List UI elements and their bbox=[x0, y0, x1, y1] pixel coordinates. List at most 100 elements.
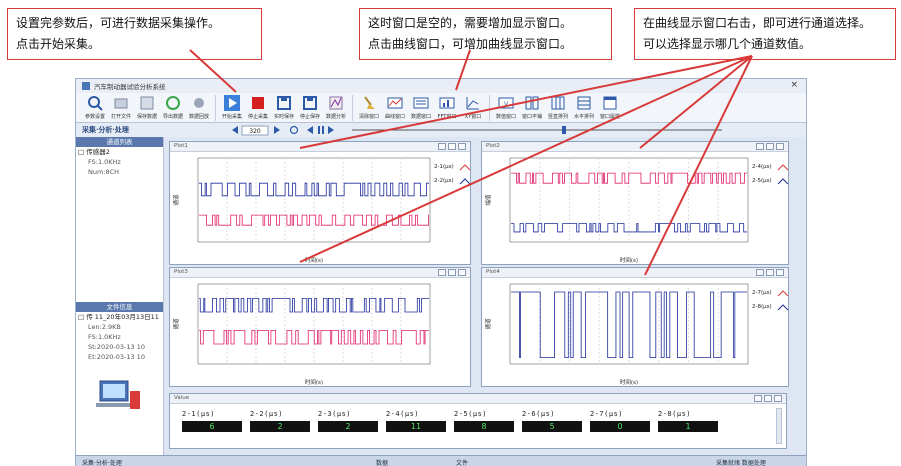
toolbar-button-1[interactable]: 参数设置 bbox=[82, 93, 108, 123]
toolbar-button-6[interactable]: 开始采集 bbox=[219, 93, 245, 123]
scrollbar[interactable] bbox=[776, 408, 782, 444]
maximize-icon[interactable] bbox=[448, 269, 456, 276]
minimize-icon[interactable] bbox=[754, 395, 762, 402]
stop-icon bbox=[250, 95, 266, 111]
toolbar-button-16[interactable]: V 数值窗口 bbox=[493, 93, 519, 123]
legend-item[interactable]: 2-4(μs) bbox=[752, 164, 772, 170]
rewind-icon[interactable] bbox=[307, 126, 313, 134]
save-icon bbox=[302, 95, 318, 111]
recycle-icon bbox=[165, 95, 181, 111]
toolbar-button-19[interactable]: 水平排列 bbox=[571, 93, 597, 123]
close-icon[interactable] bbox=[458, 143, 466, 150]
toolbar-button-14[interactable]: FFT窗口 bbox=[434, 93, 460, 123]
close-icon[interactable] bbox=[774, 395, 782, 402]
toolbar-button-label: 数据窗口 bbox=[410, 114, 431, 120]
toolbar-button-20[interactable]: 窗口属性 bbox=[597, 93, 623, 123]
plot-canvas[interactable]: 时间(s) 幅值 2-4(μs) 2-5(μs) bbox=[482, 152, 790, 266]
channel-list-header: 通道列表 bbox=[76, 137, 163, 147]
status-text: 数据 bbox=[376, 460, 389, 466]
toolbar-button-18[interactable]: 竖直排列 bbox=[545, 93, 571, 123]
maximize-icon[interactable] bbox=[764, 395, 772, 402]
status-text: 文件 bbox=[456, 460, 469, 466]
plot-canvas[interactable]: 时间(s) 通道 2-1(μs) 2-2(μs) bbox=[170, 152, 472, 266]
callout-add-window: 这时窗口是空的，需要增加显示窗口。 点击曲线窗口，可增加曲线显示窗口。 bbox=[359, 8, 612, 60]
slider-handle[interactable] bbox=[562, 126, 566, 134]
navigation-bar: 采集·分析·处理 320 bbox=[76, 123, 806, 137]
status-text: 采集·分析·处理 bbox=[82, 460, 122, 466]
value-cell: 2-1(μs) 6 bbox=[182, 410, 242, 432]
pause-icon[interactable] bbox=[318, 126, 320, 134]
minimize-icon[interactable] bbox=[438, 269, 446, 276]
maximize-icon[interactable] bbox=[766, 143, 774, 150]
callout-text: 在曲线显示窗口右击，即可进行通道选择。 bbox=[643, 16, 872, 30]
legend-item[interactable]: 2-5(μs) bbox=[752, 178, 772, 184]
plot-window-4[interactable]: Plot4 时间(s) 通道 2-7(μs) 2-8(μs) bbox=[481, 267, 789, 387]
legend-marker-icon bbox=[459, 178, 471, 185]
value-label: 2-6(μs) bbox=[522, 410, 556, 418]
legend-item[interactable]: 2-1(μs) bbox=[434, 164, 454, 170]
toolbar-separator bbox=[352, 95, 353, 121]
toolbar-button-10[interactable]: 数据分析 bbox=[323, 93, 349, 123]
plot-canvas[interactable]: 时间(s) 通道 2-7(μs) 2-8(μs) bbox=[482, 278, 790, 388]
minimize-icon[interactable] bbox=[756, 143, 764, 150]
maximize-icon[interactable] bbox=[766, 269, 774, 276]
toolbar-button-7[interactable]: 停止采集 bbox=[245, 93, 271, 123]
plot-header: Plot1 bbox=[170, 142, 470, 152]
toolbar-button-label: 停止采集 bbox=[247, 114, 268, 120]
callout-text: 这时窗口是空的，需要增加显示窗口。 bbox=[368, 16, 573, 30]
toolbar-button-label: 实时保存 bbox=[273, 114, 294, 120]
file-tree[interactable]: □ 传 11_20年03月13日11 Len:2.9KB FS:1.0KHz S… bbox=[76, 312, 163, 362]
legend-item[interactable]: 2-7(μs) bbox=[752, 290, 772, 296]
mbs-icon bbox=[413, 95, 429, 111]
value-cell: 2-8(μs) 1 bbox=[658, 410, 718, 432]
tree-item[interactable]: □ 传 11_20年03月13日11 bbox=[78, 312, 163, 322]
step-back-icon[interactable] bbox=[232, 126, 238, 134]
value-display: 1 bbox=[658, 421, 718, 432]
play-icon[interactable] bbox=[289, 125, 299, 135]
plot-canvas[interactable]: 时间(s) 通道 bbox=[170, 278, 472, 388]
toolbar-button-label: FFT窗口 bbox=[437, 114, 457, 120]
toolbar-button-9[interactable]: 停止保存 bbox=[297, 93, 323, 123]
minimize-icon[interactable] bbox=[756, 269, 764, 276]
plot-window-1[interactable]: Plot1 时间(s) 通道 2-1(μs) 2-2(μs) bbox=[169, 141, 471, 265]
value-window[interactable]: Value 2-1(μs) 6 2-2(μs) 2 2-3(μs) 2 2-4(μs) 11 2… bbox=[169, 393, 787, 449]
plot-window-2[interactable]: Plot2 时间(s) 幅值 2-4(μs) 2-5(μs) bbox=[481, 141, 789, 265]
tree-item[interactable]: □ 传感器2 bbox=[78, 147, 163, 157]
toolbar-button-15[interactable]: XY窗口 bbox=[460, 93, 486, 123]
toolbar-button-8[interactable]: 实时保存 bbox=[271, 93, 297, 123]
plot-window-3[interactable]: Plot3 时间(s) 通道 bbox=[169, 267, 471, 387]
step-forward-icon[interactable] bbox=[274, 126, 280, 134]
fast-forward-icon[interactable] bbox=[328, 126, 334, 134]
close-icon[interactable] bbox=[776, 143, 784, 150]
callout-text: 设置完参数后，可进行数据采集操作。 bbox=[16, 16, 221, 30]
step-value: 320 bbox=[249, 128, 261, 135]
close-icon[interactable] bbox=[776, 269, 784, 276]
toolbar-button-4[interactable]: 导出数据 bbox=[160, 93, 186, 123]
toolbar-button-2[interactable]: 打开文件 bbox=[108, 93, 134, 123]
plot-title: Plot4 bbox=[486, 269, 500, 275]
plot-title: Plot3 bbox=[174, 269, 188, 275]
toolbar-button-label: 参数设置 bbox=[84, 114, 105, 120]
legend-marker-icon bbox=[459, 164, 471, 171]
close-icon[interactable] bbox=[458, 269, 466, 276]
maximize-icon[interactable] bbox=[448, 143, 456, 150]
toolbar-button-label: 停止保存 bbox=[299, 114, 320, 120]
broom-icon bbox=[361, 95, 377, 111]
value-label: 2-4(μs) bbox=[386, 410, 420, 418]
close-icon[interactable]: × bbox=[790, 80, 798, 90]
callout-text: 可以选择显示哪几个通道数值。 bbox=[643, 37, 812, 51]
toolbar-button-13[interactable]: 数据窗口 bbox=[408, 93, 434, 123]
app-window: 汽车制动器试验分析系统 × 参数设置 打开文件 保存数据 导出数据 数据回放 开始采集 停止… bbox=[75, 78, 807, 466]
toolbar-button-3[interactable]: 保存数据 bbox=[134, 93, 160, 123]
channel-tree[interactable]: □ 传感器2 FS:1.0KHz Num:8CH bbox=[76, 147, 163, 177]
legend-item[interactable]: 2-8(μs) bbox=[752, 304, 772, 310]
value-cell: 2-6(μs) 5 bbox=[522, 410, 582, 432]
save-icon bbox=[276, 95, 292, 111]
toolbar-button-17[interactable]: 窗口平铺 bbox=[519, 93, 545, 123]
toolbar-button-12[interactable]: 曲线窗口 bbox=[382, 93, 408, 123]
plot-header: Plot4 bbox=[482, 268, 788, 278]
toolbar-button-11[interactable]: 清除窗口 bbox=[356, 93, 382, 123]
legend-item[interactable]: 2-2(μs) bbox=[434, 178, 454, 184]
toolbar-button-5[interactable]: 数据回放 bbox=[186, 93, 212, 123]
minimize-icon[interactable] bbox=[438, 143, 446, 150]
